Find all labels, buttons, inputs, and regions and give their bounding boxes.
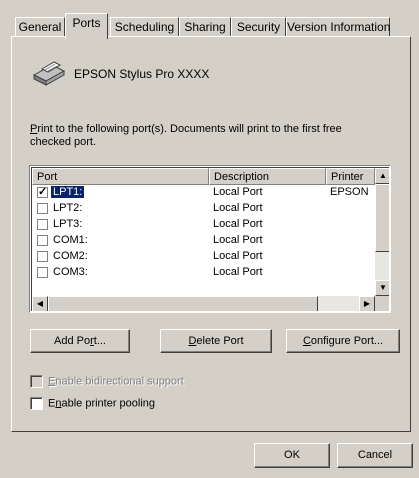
port-row-com2[interactable]: COM2: Local Port bbox=[32, 249, 375, 265]
port-name: COM3: bbox=[53, 266, 88, 278]
scroll-right-icon[interactable]: ▶ bbox=[359, 296, 375, 311]
port-name: LPT2: bbox=[53, 202, 83, 214]
port-checkbox[interactable] bbox=[37, 235, 48, 246]
port-row-lpt3[interactable]: LPT3: Local Port bbox=[32, 217, 375, 233]
printer-name: EPSON Stylus Pro XXXX bbox=[74, 67, 210, 81]
port-description: Local Port bbox=[213, 266, 263, 278]
port-row-com1[interactable]: COM1: Local Port bbox=[32, 233, 375, 249]
tab-strip: General Ports Scheduling Sharing Securit… bbox=[15, 13, 415, 39]
horizontal-scroll-thumb[interactable] bbox=[48, 296, 318, 311]
port-description: Local Port bbox=[213, 186, 263, 198]
bidirectional-support-checkbox[interactable] bbox=[30, 375, 43, 388]
option-label: able printer pooling bbox=[61, 397, 156, 410]
tab-sharing[interactable]: Sharing bbox=[179, 17, 231, 37]
port-checkbox[interactable] bbox=[37, 251, 48, 262]
ports-list-header: Port Description Printer bbox=[32, 168, 375, 185]
port-checkbox[interactable] bbox=[37, 185, 48, 198]
button-mnemonic: C bbox=[302, 334, 311, 347]
bidirectional-support-option: Enable bidirectional support bbox=[30, 375, 184, 388]
port-printer: EPSON bbox=[330, 186, 369, 198]
scroll-left-icon[interactable]: ◀ bbox=[32, 296, 48, 311]
port-checkbox[interactable] bbox=[37, 203, 48, 214]
port-name: LPT1: bbox=[49, 185, 86, 199]
port-checkbox[interactable] bbox=[37, 219, 48, 230]
port-row-lpt1[interactable]: LPT1: Local Port EPSON bbox=[32, 185, 375, 201]
tab-general[interactable]: General bbox=[15, 17, 65, 37]
column-header-port[interactable]: Port bbox=[32, 168, 209, 185]
tab-version-information[interactable]: Version Information bbox=[286, 17, 390, 37]
column-header-description[interactable]: Description bbox=[209, 168, 326, 185]
ok-button[interactable]: OK bbox=[254, 443, 330, 468]
port-name: COM1: bbox=[53, 234, 88, 246]
scroll-up-icon[interactable]: ▲ bbox=[375, 168, 389, 184]
tab-label: Scheduling bbox=[114, 20, 175, 34]
printer-pooling-option: Enable printer pooling bbox=[30, 397, 155, 410]
ports-list[interactable]: Port Description Printer LPT1: Local Por… bbox=[29, 165, 391, 313]
instructions-text: rint to the following port(s). Documents… bbox=[37, 123, 342, 135]
button-label: onfigure Port... bbox=[310, 334, 384, 347]
option-label: nable bidirectional support bbox=[55, 375, 184, 388]
port-description: Local Port bbox=[213, 234, 263, 246]
column-header-printer[interactable]: Printer bbox=[326, 168, 375, 185]
tab-label: Sharing bbox=[184, 20, 226, 34]
port-description: Local Port bbox=[213, 218, 263, 230]
tab-label: General bbox=[18, 20, 62, 34]
button-label: Add Po bbox=[54, 334, 91, 347]
horizontal-scrollbar[interactable]: ◀ ▶ bbox=[32, 296, 375, 311]
vertical-scroll-thumb[interactable] bbox=[375, 184, 389, 252]
port-description: Local Port bbox=[213, 250, 263, 262]
button-label: elete Port bbox=[196, 334, 244, 347]
delete-port-button[interactable]: Delete Port bbox=[160, 329, 272, 353]
port-instructions: Print to the following port(s). Document… bbox=[30, 123, 400, 149]
scroll-down-icon[interactable]: ▼ bbox=[375, 280, 389, 296]
port-name: COM2: bbox=[53, 250, 88, 262]
printer-properties-dialog: General Ports Scheduling Sharing Securit… bbox=[0, 0, 419, 478]
ports-tab-panel: EPSON Stylus Pro XXXX Print to the follo… bbox=[11, 36, 411, 432]
tab-label: Version Information bbox=[287, 20, 391, 34]
scrollbar-corner bbox=[375, 296, 389, 311]
port-row-com3[interactable]: COM3: Local Port bbox=[32, 265, 375, 281]
port-description: Local Port bbox=[213, 202, 263, 214]
vertical-scrollbar[interactable]: ▲ ▼ bbox=[375, 168, 389, 296]
port-checkbox[interactable] bbox=[37, 267, 48, 278]
printer-icon bbox=[32, 61, 66, 86]
port-row-lpt2[interactable]: LPT2: Local Port bbox=[32, 201, 375, 217]
tab-label: Ports bbox=[72, 16, 101, 30]
tab-ports[interactable]: Ports bbox=[65, 13, 108, 39]
printer-pooling-checkbox[interactable] bbox=[30, 397, 43, 410]
port-name: LPT3: bbox=[53, 218, 83, 230]
tab-security[interactable]: Security bbox=[231, 17, 286, 37]
button-label: t... bbox=[93, 334, 106, 347]
tab-label: Security bbox=[236, 20, 281, 34]
cancel-button[interactable]: Cancel bbox=[337, 443, 413, 468]
configure-port-button[interactable]: Configure Port... bbox=[286, 329, 400, 353]
tab-scheduling[interactable]: Scheduling bbox=[110, 17, 179, 37]
add-port-button[interactable]: Add Port... bbox=[30, 329, 130, 353]
instructions-text-line2: checked port. bbox=[30, 136, 97, 148]
